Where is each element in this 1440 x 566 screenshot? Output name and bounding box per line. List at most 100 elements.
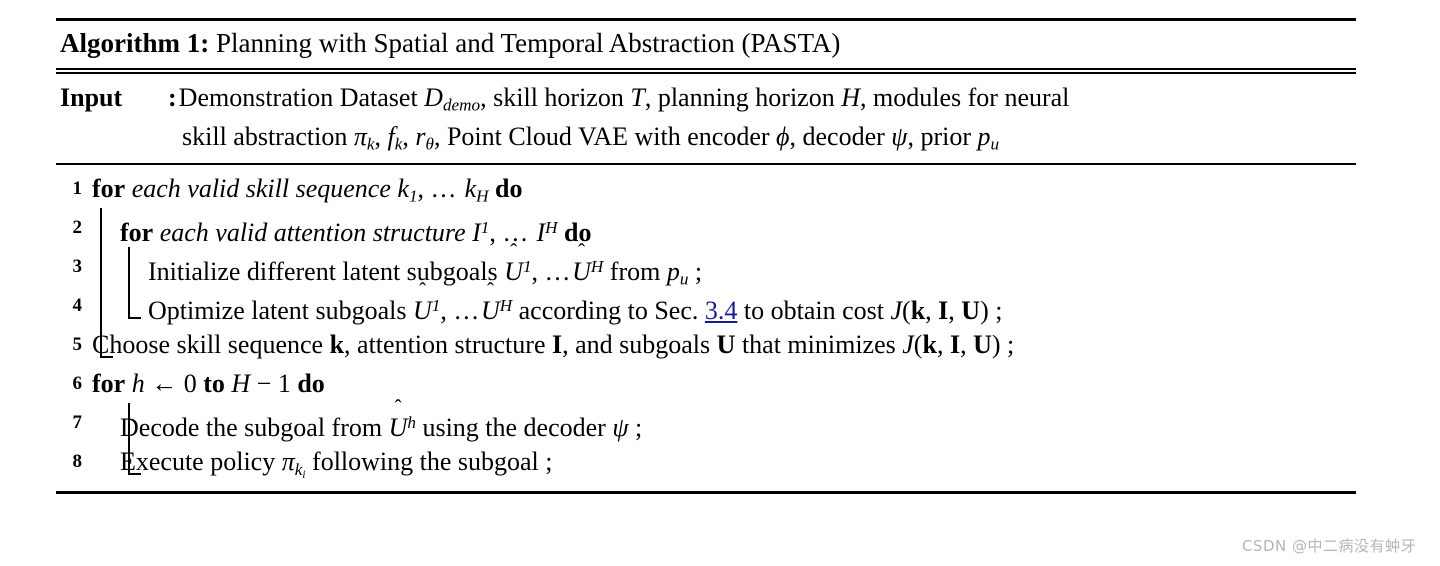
math-bold: U <box>973 330 992 360</box>
ellipsis: … <box>430 174 459 204</box>
text: , attention structure <box>344 330 552 360</box>
step-number: 1 <box>72 178 83 200</box>
symbol-T: T <box>630 82 645 112</box>
symbol-p-subscript: u <box>990 134 1000 154</box>
text: , <box>489 218 503 248</box>
step-number: 2 <box>72 217 83 239</box>
keyword: do <box>495 174 523 204</box>
step-number: 8 <box>72 451 83 473</box>
section-reference-link[interactable]: 3.4 <box>705 296 738 325</box>
ellipsis: … <box>453 296 481 326</box>
math-variable: I <box>472 218 481 248</box>
hat-accent: ˆ <box>419 278 427 302</box>
csdn-watermark: CSDN @中二病没有蚛牙 <box>1241 537 1416 555</box>
math-bold: I <box>551 330 563 360</box>
step-number: 7 <box>72 412 83 434</box>
step-content: Choose skill sequence k, attention struc… <box>92 325 1356 364</box>
input-label: Input <box>60 82 123 112</box>
symbol-pi: π <box>353 122 367 152</box>
math-bold: I <box>949 330 961 360</box>
symbol-p: p <box>977 122 991 152</box>
input-seg-g: , <box>402 122 416 152</box>
input-seg-f: , <box>374 122 388 152</box>
symbol-phi: ϕ <box>776 122 790 152</box>
text: Initialize different latent subgoals <box>148 257 505 287</box>
nested-subscript: ki <box>294 459 306 481</box>
input-second-line: skill abstraction πk, fk, rθ, Point Clou… <box>60 119 1356 157</box>
step-content: Decode the subgoal from Uˆh using the de… <box>92 397 1356 447</box>
hat-accent: ˆ <box>486 278 494 302</box>
symbol-psi: ψ <box>891 122 908 152</box>
symbol-D: D <box>424 82 443 112</box>
step-content: Optimize latent subgoals U ˆ 1, …U ˆ H accor… <box>92 280 1356 330</box>
symbol-f: f <box>387 122 395 152</box>
step-number: 5 <box>72 334 83 356</box>
algorithm-steps: 1 for each valid skill sequence k1, … kH … <box>56 165 1356 491</box>
math-variable: ψ <box>612 413 629 443</box>
input-first-line: Input : Demonstration Dataset Ddemo, ski… <box>60 80 1356 118</box>
math-variable: π <box>281 447 295 477</box>
math-bold: U <box>716 330 736 360</box>
algorithm-step-line: 2 for each valid attention structure I1, … <box>56 208 1356 247</box>
input-block: Input : Demonstration Dataset Ddemo, ski… <box>56 74 1356 164</box>
hat-accent: ˆ <box>578 239 586 263</box>
input-seg-i: , decoder <box>789 122 892 152</box>
block-indicator-bar <box>100 208 113 359</box>
algorithm-step-line: 7 Decode the subgoal from Uˆh using the d… <box>56 397 1356 442</box>
algorithm-step-line: 1 for each valid skill sequence k1, … kH … <box>56 169 1356 208</box>
algorithm-step-line: 8 Execute policy πki following the subgoa… <box>56 442 1356 481</box>
algorithm-step-line: 4 Optimize latent subgoals U ˆ 1, …U ˆ H acco… <box>56 280 1356 325</box>
block-indicator-bar <box>128 403 141 476</box>
math-upright: ) <box>980 296 989 326</box>
ellipsis: … <box>544 257 573 287</box>
algorithm-step-line: 3 Initialize different latent subgoals Uˆ… <box>56 241 1356 289</box>
input-text-line-1: Demonstration Dataset Ddemo, skill horiz… <box>179 80 1356 118</box>
math-bold: k <box>922 330 937 360</box>
keyword: for <box>92 369 126 399</box>
input-seg-e: skill abstraction <box>182 122 354 152</box>
input-seg-d: , modules for neural <box>860 82 1070 112</box>
italic-phrase: each valid skill sequence <box>131 174 391 204</box>
input-seg-j: , prior <box>907 122 978 152</box>
keyword: for <box>120 218 154 248</box>
math-upright: , <box>960 330 974 360</box>
text: ; <box>628 413 643 443</box>
math-upright: , <box>948 296 962 326</box>
text: , and subgoals <box>562 330 717 360</box>
symbol-H: H <box>841 82 861 112</box>
text: that minimizes <box>735 330 903 360</box>
text: according to Sec. <box>512 296 705 326</box>
caption-title: Planning with Spatial and Temporal Abstr… <box>215 28 841 58</box>
superscript: H <box>545 218 558 238</box>
superscript: H <box>499 296 513 316</box>
math-variable: H <box>231 369 251 399</box>
text: following the subgoal ; <box>305 447 553 477</box>
superscript: h <box>407 413 416 433</box>
text: ; <box>1000 330 1015 360</box>
math-variable: I <box>536 218 546 248</box>
math-upright: , <box>925 296 939 326</box>
math-upright: − 1 <box>250 369 298 399</box>
step-content: for h ← 0 to H − 1 do <box>92 364 1356 403</box>
input-seg-c: , planning horizon <box>644 82 842 112</box>
algorithm-figure: Algorithm 1: Planning with Spatial and T… <box>56 18 1356 495</box>
hat-accent: ˆ <box>510 239 518 263</box>
math-bold: k <box>910 296 926 326</box>
block-indicator-bar <box>128 247 141 320</box>
text: Optimize latent subgoals <box>148 296 414 326</box>
text: , <box>417 174 431 204</box>
math-bold: U <box>961 296 981 326</box>
algorithm-step-line: 6 for h ← 0 to H − 1 do <box>56 364 1356 403</box>
superscript: H <box>590 257 604 277</box>
text: , <box>440 296 454 326</box>
step-number: 3 <box>72 256 83 278</box>
math-variable: J <box>890 296 903 326</box>
math-variable: h <box>131 369 145 399</box>
step-number: 6 <box>72 373 83 395</box>
math-variable: p <box>666 257 680 287</box>
text: to obtain cost <box>737 296 891 326</box>
input-seg-h: , Point Cloud VAE with encoder <box>433 122 777 152</box>
text: , <box>531 257 545 287</box>
superscript: 1 <box>522 257 532 277</box>
subscript: 1 <box>408 186 418 206</box>
